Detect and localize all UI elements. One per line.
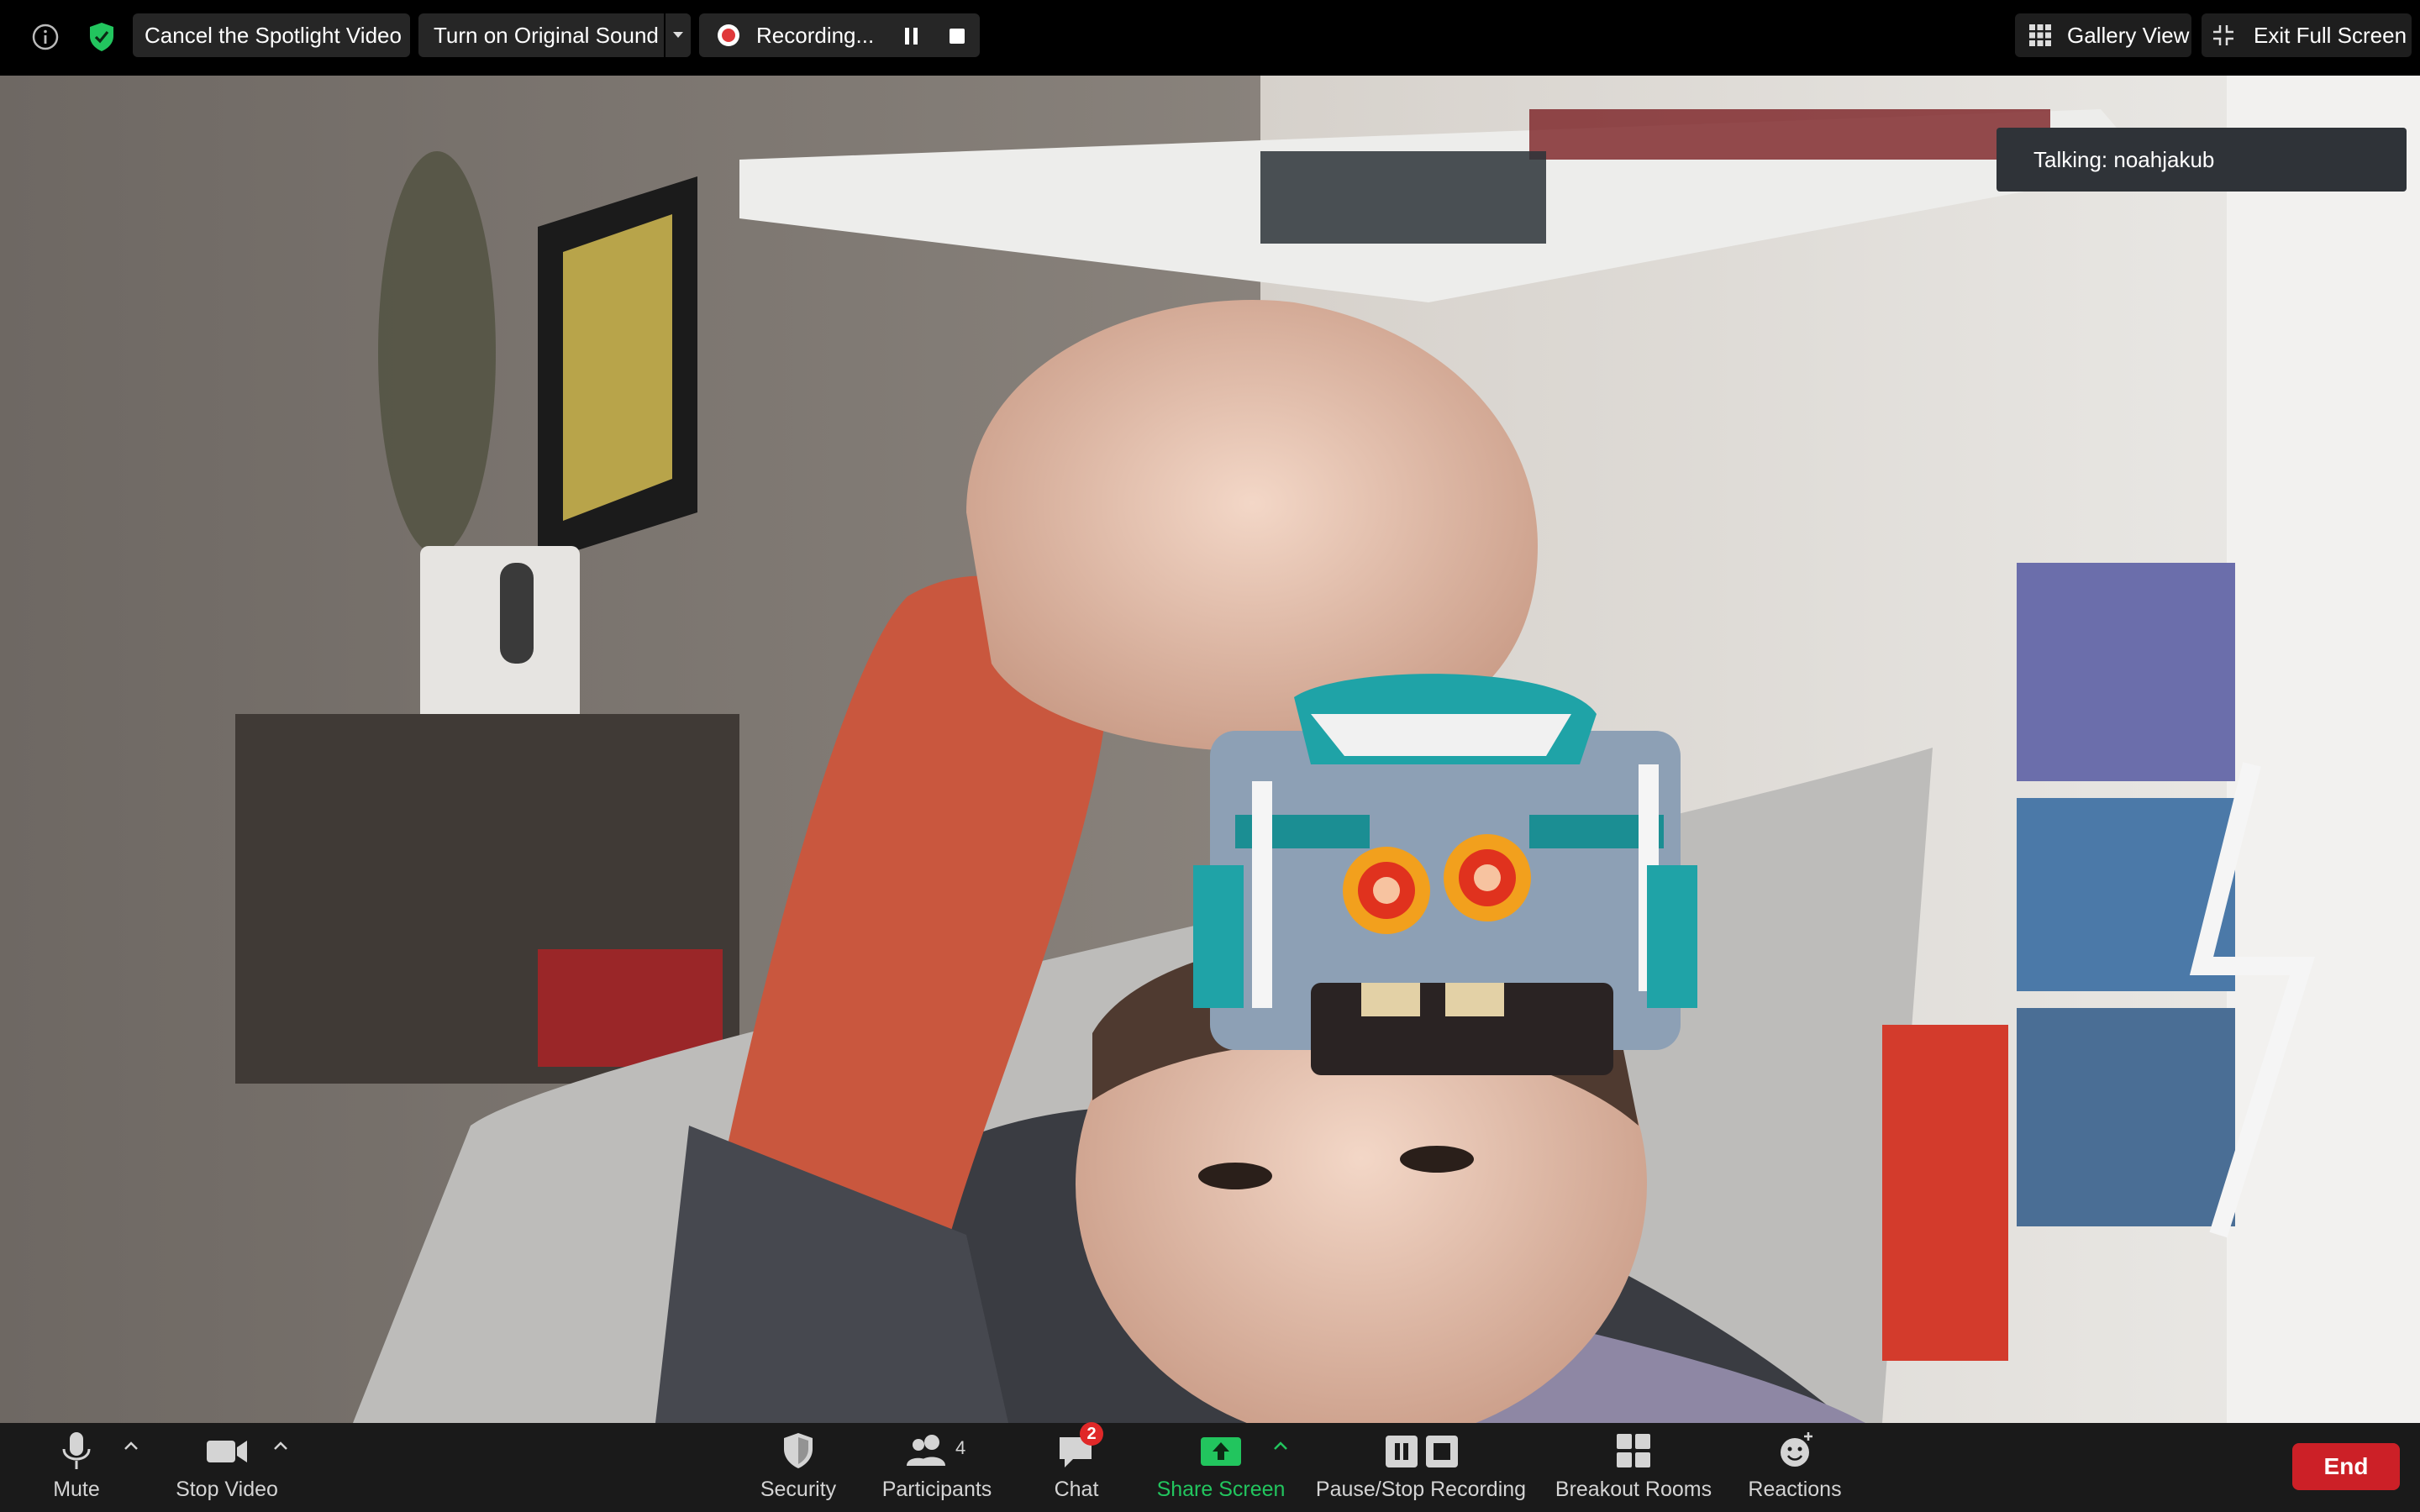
talking-indicator: Talking: noahjakub [1996,128,2407,192]
cancel-spotlight-label: Cancel the Spotlight Video [145,22,402,48]
pause-stop-recording-label: Pause/Stop Recording [1315,1478,1527,1501]
share-screen-label: Share Screen [1156,1478,1286,1501]
pause-stop-icon [1379,1431,1463,1471]
original-sound-label: Turn on Original Sound [434,22,659,48]
recording-label: Recording... [756,22,875,48]
chat-unread-badge: 2 [1080,1422,1103,1446]
caret-down-icon [673,32,683,38]
participants-button[interactable]: 4 Participants [874,1423,1000,1512]
original-sound-dropdown[interactable] [664,13,691,57]
mute-button[interactable]: Mute [32,1423,121,1512]
exit-fullscreen-icon [2213,25,2233,45]
security-label: Security [760,1478,837,1501]
chat-label: Chat [1054,1478,1099,1501]
grid-icon [2029,24,2051,46]
info-icon[interactable] [29,20,62,54]
chat-button[interactable]: 2 Chat [1035,1422,1118,1512]
participants-icon: 4 [903,1431,971,1471]
stop-video-button[interactable]: Stop Video [165,1423,289,1512]
participants-label: Participants [881,1478,992,1501]
encryption-shield-icon[interactable] [84,18,119,55]
record-dot-icon [718,24,739,46]
end-label: End [2323,1453,2369,1479]
breakout-rooms-button[interactable]: Breakout Rooms [1551,1423,1716,1512]
cancel-spotlight-button[interactable]: Cancel the Spotlight Video [133,13,410,57]
top-bar: Cancel the Spotlight Video Turn on Origi… [0,0,2420,76]
stop-recording-icon[interactable] [943,22,971,50]
microphone-icon [55,1431,98,1471]
security-button[interactable]: Security [748,1423,849,1512]
share-screen-icon [1199,1431,1243,1471]
reactions-label: Reactions [1748,1478,1842,1501]
participants-count: 4 [955,1437,966,1458]
video-camera-icon [205,1431,249,1471]
share-options-caret-icon[interactable] [1272,1440,1289,1457]
exit-fullscreen-label: Exit Full Screen [2254,22,2407,48]
pause-stop-recording-button[interactable]: Pause/Stop Recording [1311,1423,1531,1512]
video-options-caret-icon[interactable] [272,1440,289,1457]
end-meeting-button[interactable]: End [2292,1443,2400,1490]
shield-icon [776,1431,820,1471]
breakout-rooms-label: Breakout Rooms [1555,1478,1712,1501]
reactions-button[interactable]: Reactions [1739,1423,1850,1512]
exit-fullscreen-button[interactable]: Exit Full Screen [2202,13,2412,57]
smiley-icon [1773,1431,1817,1471]
recording-indicator: Recording... [699,13,980,57]
original-sound-button[interactable]: Turn on Original Sound [418,13,691,57]
talking-label: Talking: noahjakub [2033,146,2215,172]
mute-label: Mute [53,1478,100,1501]
pause-recording-icon[interactable] [897,22,926,50]
share-screen-button[interactable]: Share Screen [1153,1423,1289,1512]
mute-options-caret-icon[interactable] [123,1440,139,1457]
gallery-view-button[interactable]: Gallery View [2015,13,2191,57]
speaker-video: Talking: noahjakub noahjakub [0,76,2420,1423]
chat-bubble-icon: 2 [1055,1422,1103,1471]
video-frame-image [0,76,2420,1423]
meeting-toolbar: Mute Stop Video Security 4 Participants … [0,1422,2420,1512]
stop-video-label: Stop Video [176,1478,278,1501]
gallery-view-label: Gallery View [2067,22,2190,48]
breakout-rooms-icon [1612,1431,1655,1471]
